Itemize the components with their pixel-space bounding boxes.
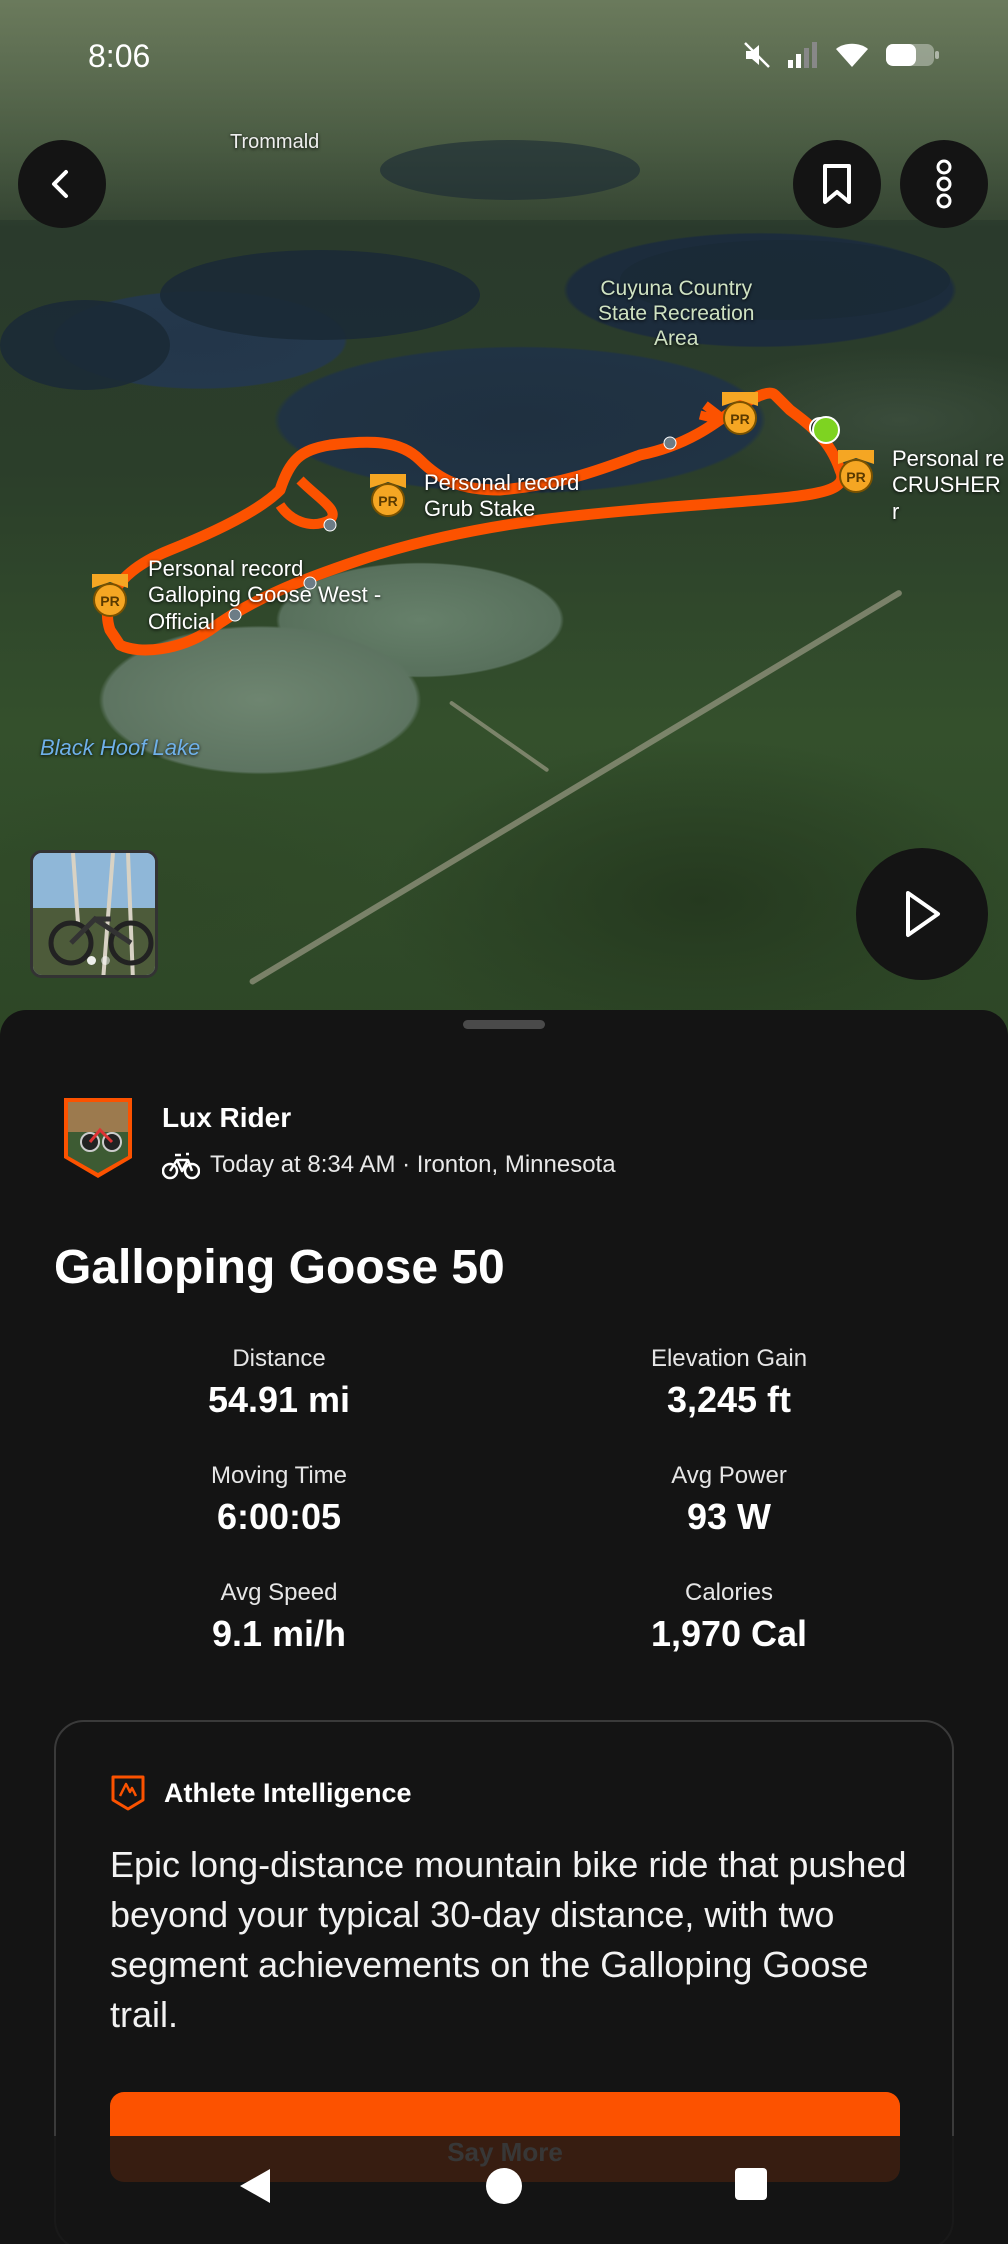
pr-label-crusher: Personal re CRUSHER r: [892, 446, 1005, 524]
wifi-icon: [836, 43, 868, 67]
pr-badge-icon[interactable]: PR: [834, 446, 878, 494]
play-flyover-button[interactable]: [856, 848, 988, 980]
map-label-town: Trommald: [230, 131, 320, 153]
map-label-park: Cuyuna Country State Recreation Area: [598, 277, 755, 351]
stat-label: Avg Speed: [220, 1579, 338, 1606]
activity-meta: Today at 8:34 AM · Ironton, Minnesota: [210, 1151, 616, 1178]
route-map[interactable]: PR PR PR PR Trommald Cuyuna Country Stat…: [0, 0, 1008, 1040]
status-bar: 8:06: [0, 0, 1008, 110]
pr-badge-icon[interactable]: PR: [88, 570, 132, 618]
play-icon: [906, 891, 940, 937]
stat-label: Distance: [232, 1345, 326, 1372]
back-button[interactable]: [18, 140, 106, 228]
stat-moving-time: Moving Time 6:00:05: [79, 1462, 479, 1538]
stat-label: Calories: [684, 1579, 774, 1606]
map-label-lake: Black Hoof Lake: [40, 735, 201, 760]
activity-details-sheet[interactable]: Lux Rider Today at 8:34 AM · Ironton, Mi…: [0, 1010, 1008, 2244]
sheet-drag-handle[interactable]: [463, 1020, 545, 1029]
athlete-intelligence-summary: Epic long-distance mountain bike ride th…: [110, 1844, 907, 2035]
nav-back-icon[interactable]: [236, 2166, 274, 2206]
system-nav-bar: [0, 2136, 1008, 2244]
pr-badge-icon[interactable]: PR: [366, 470, 410, 518]
avatar[interactable]: [60, 1096, 136, 1180]
activity-photo-thumbnail[interactable]: [30, 850, 158, 978]
svg-text:PR: PR: [378, 493, 397, 509]
stat-distance: Distance 54.91 mi: [79, 1345, 479, 1421]
stat-value: 93 W: [686, 1496, 772, 1537]
stat-value: 3,245 ft: [666, 1379, 792, 1420]
stat-avg-power: Avg Power 93 W: [529, 1462, 929, 1538]
stat-label: Avg Power: [671, 1462, 787, 1489]
nav-home-icon[interactable]: [484, 2166, 524, 2206]
pr-label-galloping-goose-west: Personal record Galloping Goose West - O…: [148, 556, 382, 634]
chevron-left-icon: [52, 170, 68, 198]
bike-icon: [162, 1152, 200, 1180]
start-marker: [812, 416, 840, 444]
stat-label: Elevation Gain: [650, 1345, 808, 1372]
stat-value: 9.1 mi/h: [211, 1613, 347, 1654]
stat-avg-speed: Avg Speed 9.1 mi/h: [79, 1579, 479, 1655]
more-options-button[interactable]: [900, 140, 988, 228]
athlete-header[interactable]: Lux Rider Today at 8:34 AM · Ironton, Mi…: [60, 1096, 616, 1180]
photo-pager-dots: [87, 956, 110, 965]
stat-value: 54.91 mi: [207, 1379, 351, 1420]
stat-calories: Calories 1,970 Cal: [529, 1579, 929, 1655]
stat-label: Moving Time: [210, 1462, 348, 1489]
pr-badge-icon[interactable]: PR: [718, 388, 762, 436]
athlete-intelligence-title: Athlete Intelligence: [164, 1777, 412, 1808]
nav-recents-icon[interactable]: [733, 2166, 769, 2202]
athlete-intelligence-icon: [111, 1775, 145, 1811]
signal-icon: [788, 42, 817, 68]
more-vertical-icon: [936, 159, 952, 209]
stat-value: 1,970 Cal: [650, 1613, 808, 1654]
pr-label-grub-stake: Personal record Grub Stake: [424, 470, 580, 522]
activity-title: Galloping Goose 50: [54, 1241, 505, 1294]
battery-icon: [886, 44, 939, 66]
mute-icon: [744, 42, 770, 68]
save-route-button[interactable]: [793, 140, 881, 228]
svg-text:PR: PR: [846, 469, 865, 485]
svg-text:PR: PR: [730, 411, 749, 427]
athlete-name[interactable]: Lux Rider: [162, 1102, 616, 1134]
stat-value: 6:00:05: [216, 1496, 342, 1537]
status-time: 8:06: [88, 38, 151, 74]
svg-text:PR: PR: [100, 593, 119, 609]
bookmark-icon: [823, 164, 851, 204]
stat-elevation-gain: Elevation Gain 3,245 ft: [529, 1345, 929, 1421]
